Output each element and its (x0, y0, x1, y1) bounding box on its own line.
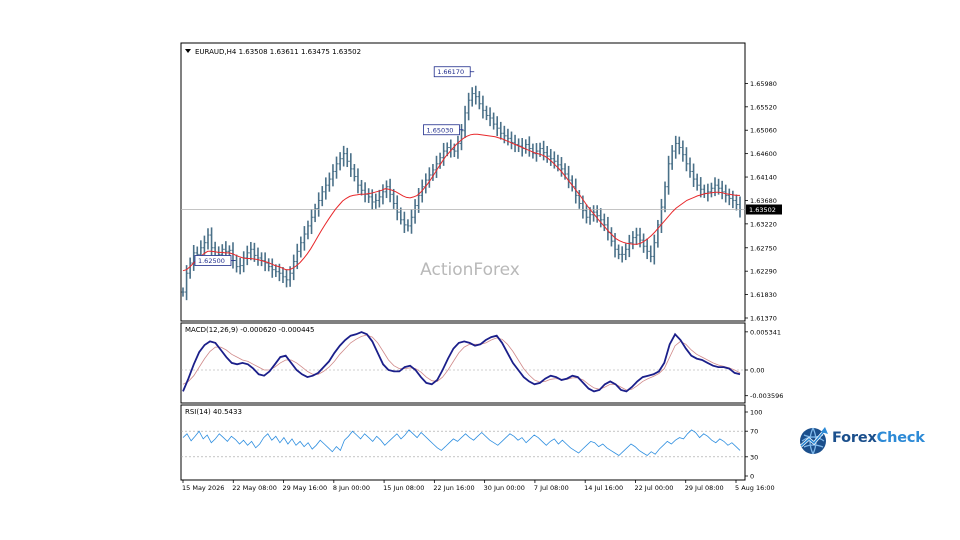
forexcheck-logo: ForexCheck (798, 424, 928, 456)
time-tick-label: 7 Jul 08:00 (534, 484, 569, 492)
rsi-tick-label: 0 (750, 473, 754, 481)
time-tick-label: 14 Jul 16:00 (584, 484, 623, 492)
macd-tick-label: -0.003596 (750, 392, 783, 400)
macd-tick-label: 0.005341 (750, 328, 781, 336)
time-tick-label: 15 May 2026 (182, 484, 224, 492)
time-tick-label: 29 Jul 08:00 (685, 484, 724, 492)
time-tick-label: 22 May 08:00 (232, 484, 277, 492)
brand-name: ForexCheck (832, 430, 925, 446)
rsi-tick-label: 70 (750, 428, 758, 436)
annotation-label: 1.62500 (198, 257, 225, 265)
time-tick-label: 29 May 16:00 (283, 484, 328, 492)
time-tick-label: 22 Jul 00:00 (634, 484, 673, 492)
price-header: EURAUD,H4 1.63508 1.63611 1.63475 1.6350… (195, 48, 361, 56)
watermark: ActionForex (420, 260, 520, 280)
price-tick-label: 1.64600 (750, 150, 777, 158)
price-tick-label: 1.63680 (750, 197, 777, 205)
macd-header: MACD(12,26,9) -0.000620 -0.000445 (185, 326, 314, 334)
rsi-header: RSI(14) 40.5433 (185, 408, 242, 416)
price-tick-label: 1.61830 (750, 291, 777, 299)
current-price-label: 1.63502 (749, 206, 776, 214)
rsi-tick-label: 100 (750, 409, 762, 417)
time-tick-label: 22 Jun 16:00 (433, 484, 474, 492)
brand-name-a: Forex (832, 430, 877, 446)
price-tick-label: 1.65980 (750, 80, 777, 88)
macd-pane (180, 322, 746, 404)
rsi-pane (180, 404, 746, 481)
price-tick-label: 1.61370 (750, 315, 777, 323)
time-tick-label: 15 Jun 08:00 (383, 484, 424, 492)
annotation-label: 1.66170 (437, 68, 464, 76)
brand-name-b: Check (876, 430, 925, 446)
price-tick-label: 1.62290 (750, 268, 777, 276)
time-tick-label: 30 Jun 00:00 (484, 484, 525, 492)
price-tick-label: 1.65520 (750, 103, 777, 111)
globe-chart-icon (800, 427, 828, 455)
macd-tick-label: 0.00 (750, 367, 764, 375)
chart-canvas: 1.65980 1.65520 1.65060 1.64600 1.64140 1.636… (180, 42, 783, 492)
price-tick-label: 1.65060 (750, 127, 777, 135)
price-tick-label: 1.64140 (750, 174, 777, 182)
rsi-tick-label: 30 (750, 453, 758, 461)
time-tick-label: 8 Jun 00:00 (333, 484, 370, 492)
annotation-label: 1.65030 (427, 126, 454, 134)
price-tick-label: 1.63220 (750, 220, 777, 228)
time-tick-label: 5 Aug 16:00 (735, 484, 775, 492)
price-tick-label: 1.62750 (750, 244, 777, 252)
